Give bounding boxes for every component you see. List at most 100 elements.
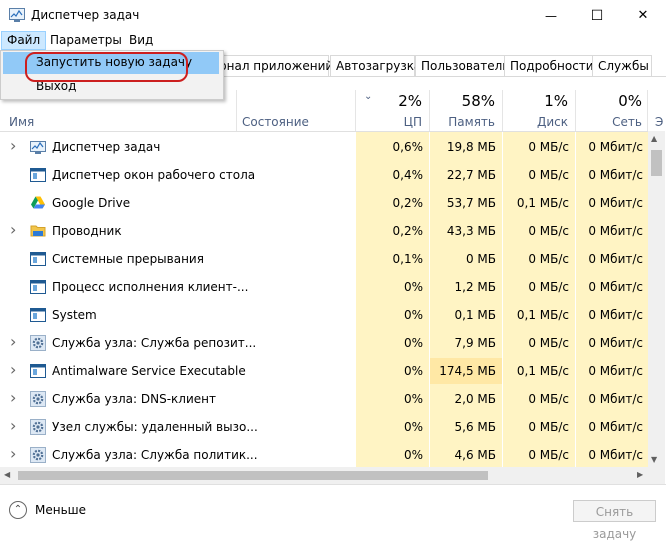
net-value: 0 Мбит/с: [588, 420, 643, 434]
memory-header[interactable]: Память: [440, 115, 495, 129]
maximize-button[interactable]: ☐: [574, 0, 620, 31]
vertical-scroll-thumb[interactable]: [651, 150, 662, 176]
disk-value: 0 МБ/с: [528, 392, 569, 406]
cpu-total: 2%: [398, 92, 422, 110]
minimize-icon: —: [545, 8, 557, 23]
cpu-header[interactable]: ЦП: [380, 115, 422, 129]
maximize-icon: ☐: [590, 7, 604, 24]
tab-startup[interactable]: Автозагрузка: [330, 55, 421, 76]
gear-icon: [30, 447, 46, 463]
cpu-value: 0,4%: [392, 168, 424, 182]
menu-view[interactable]: Вид: [124, 31, 158, 50]
tab-details[interactable]: Подробности: [504, 55, 594, 76]
mem-value: 22,7 МБ: [446, 168, 496, 182]
google-drive-icon: [30, 195, 46, 211]
task-manager-icon: [9, 8, 25, 22]
process-name: Antimalware Service Executable: [52, 364, 246, 378]
disk-value: 0 МБ/с: [528, 224, 569, 238]
disk-header[interactable]: Диск: [520, 115, 568, 129]
process-name: Проводник: [52, 224, 122, 238]
cpu-value: 0%: [403, 364, 423, 378]
expand-chevron-icon[interactable]: ›: [10, 138, 16, 154]
menu-file[interactable]: Файл: [1, 31, 47, 50]
minimize-button[interactable]: —: [528, 0, 574, 31]
horizontal-scroll-thumb[interactable]: [18, 471, 488, 480]
network-total: 0%: [618, 92, 642, 110]
column-separator: [575, 90, 576, 131]
process-name: Процесс исполнения клиент-...: [52, 280, 249, 294]
process-name: Служба узла: DNS-клиент: [52, 392, 216, 406]
next-column-header[interactable]: Э: [655, 115, 663, 129]
sort-chevron-icon: ⌄: [364, 91, 373, 102]
gear-icon: [30, 335, 46, 351]
net-value: 0 Мбит/с: [588, 224, 643, 238]
mem-value: 19,8 МБ: [446, 140, 496, 154]
process-name: System: [52, 308, 97, 322]
scroll-up-icon[interactable]: ▲: [651, 134, 657, 143]
expand-chevron-icon[interactable]: ›: [10, 390, 16, 406]
name-header[interactable]: Имя: [9, 115, 34, 129]
tab-app-history[interactable]: рнал приложений: [213, 55, 333, 76]
tab-services[interactable]: Службы: [592, 55, 652, 76]
net-value: 0 Мбит/с: [588, 140, 643, 154]
chevron-up-icon[interactable]: ⌃: [9, 501, 27, 519]
header-divider: [0, 131, 648, 132]
tab-users[interactable]: Пользователи: [415, 55, 510, 76]
disk-value: 0 МБ/с: [528, 280, 569, 294]
close-button[interactable]: ✕: [620, 0, 666, 31]
column-separator: [355, 90, 356, 131]
close-icon: ✕: [637, 8, 649, 23]
net-value: 0 Мбит/с: [588, 280, 643, 294]
disk-value: 0 МБ/с: [528, 252, 569, 266]
column-separator: [429, 90, 430, 131]
gear-icon: [30, 419, 46, 435]
process-name: Служба узла: Служба репозит...: [52, 336, 257, 350]
mem-value: 4,6 МБ: [454, 448, 496, 462]
disk-value: 0 МБ/с: [528, 140, 569, 154]
scroll-left-icon[interactable]: ◀: [4, 470, 10, 479]
net-value: 0 Мбит/с: [588, 168, 643, 182]
column-separator: [647, 90, 648, 131]
gear-icon: [30, 391, 46, 407]
status-header[interactable]: Состояние: [242, 115, 309, 129]
net-value: 0 Мбит/с: [588, 336, 643, 350]
scroll-down-icon[interactable]: ▼: [651, 455, 657, 464]
footer-divider: [0, 484, 666, 485]
folder-icon: [30, 223, 46, 239]
app-window-icon: [30, 279, 46, 295]
expand-chevron-icon[interactable]: ›: [10, 362, 16, 378]
end-task-button[interactable]: Снять задачу: [573, 500, 656, 541]
cpu-value: 0%: [403, 392, 423, 406]
expand-chevron-icon[interactable]: ›: [10, 334, 16, 350]
process-name: Диспетчер окон рабочего стола: [52, 168, 256, 182]
app-window-icon: [30, 363, 46, 379]
process-name: Google Drive: [52, 196, 131, 210]
net-value: 0 Мбит/с: [588, 392, 643, 406]
memory-total: 58%: [461, 92, 495, 110]
disk-total: 1%: [544, 92, 568, 110]
window-title: Диспетчер задач: [31, 8, 140, 22]
cpu-value: 0%: [403, 420, 423, 434]
disk-value: 0 МБ/с: [528, 168, 569, 182]
scrollbar-corner: [648, 467, 665, 484]
cpu-value: 0,2%: [392, 196, 424, 210]
process-name: Диспетчер задач: [52, 140, 161, 154]
expand-chevron-icon[interactable]: ›: [10, 446, 16, 462]
fewer-details-link[interactable]: Меньше: [35, 503, 86, 517]
app-window-icon: [30, 167, 46, 183]
mem-value: 43,3 МБ: [446, 224, 496, 238]
expand-chevron-icon[interactable]: ›: [10, 418, 16, 434]
menu-options[interactable]: Параметры: [45, 31, 127, 50]
expand-chevron-icon[interactable]: ›: [10, 222, 16, 238]
mem-value: 0 МБ: [465, 252, 496, 266]
highlight-annotation: [25, 52, 188, 82]
vertical-scrollbar[interactable]: [648, 131, 665, 467]
cpu-value: 0,1%: [392, 252, 424, 266]
mem-value: 53,7 МБ: [446, 196, 496, 210]
cpu-value: 0,2%: [392, 224, 424, 238]
app-window-icon: [30, 251, 46, 267]
network-header[interactable]: Сеть: [590, 115, 642, 129]
scroll-right-icon[interactable]: ▶: [637, 470, 643, 479]
process-name: Служба узла: Служба политик...: [52, 448, 258, 462]
disk-value: 0,1 МБ/с: [516, 308, 569, 322]
